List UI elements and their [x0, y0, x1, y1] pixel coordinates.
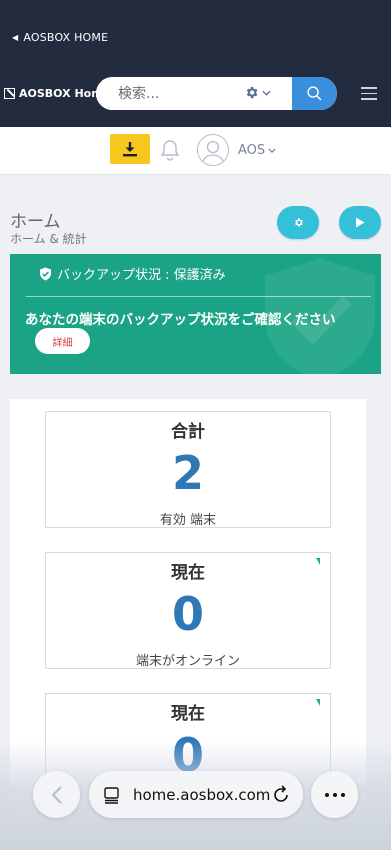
user-name: AOS — [238, 143, 266, 158]
app-header: ◀ AOSBOX HOME AOSBOX Home — [0, 0, 391, 127]
download-button[interactable] — [110, 134, 150, 164]
search-icon — [307, 86, 322, 101]
browser-address-bar[interactable]: home.aosbox.com — [89, 771, 303, 818]
play-button[interactable] — [339, 206, 381, 239]
page-title: ホーム — [10, 212, 61, 232]
stat-label: 現在 — [171, 704, 205, 724]
details-button[interactable]: 詳細 — [35, 328, 90, 354]
avatar[interactable] — [197, 134, 229, 166]
download-icon — [123, 142, 137, 157]
notifications-bell[interactable] — [160, 139, 180, 165]
stat-card-online: 現在 0 端末がオンライン — [45, 552, 331, 669]
search-bar — [96, 77, 337, 110]
play-icon — [356, 217, 365, 228]
user-avatar-icon — [201, 140, 225, 164]
brand-logo[interactable]: AOSBOX Home — [4, 87, 110, 100]
stat-value: 2 — [171, 446, 204, 500]
stat-card-total: 合計 2 有効 端末 — [45, 411, 331, 528]
menu-hamburger-icon[interactable] — [361, 87, 377, 104]
back-triangle-icon: ◀ — [12, 33, 19, 42]
breadcrumb: ホーム & 統計 — [10, 232, 87, 246]
search-settings-dropdown[interactable] — [244, 85, 271, 100]
browser-back-button[interactable] — [33, 771, 80, 818]
backup-message: あなたの端末のバックアップ状況をご確認ください — [25, 312, 336, 328]
chevron-down-icon — [268, 148, 276, 153]
gear-icon — [246, 86, 258, 99]
gear-icon — [294, 218, 303, 227]
settings-button[interactable] — [277, 206, 319, 239]
stat-sub: 端末がオンライン — [135, 654, 240, 669]
stat-label: 現在 — [171, 563, 205, 583]
chevron-down-icon — [262, 90, 271, 96]
backup-status: バックアップ状況 : 保護済み — [39, 264, 226, 283]
back-link-label: AOSBOX HOME — [23, 31, 109, 44]
stat-sub: 有効 端末 — [159, 513, 217, 528]
reload-icon[interactable] — [272, 784, 290, 804]
divider — [26, 296, 371, 297]
search-button[interactable] — [292, 77, 337, 110]
user-menu[interactable]: AOS — [238, 143, 276, 158]
tab-overview-icon — [104, 786, 119, 804]
stat-label: 合計 — [171, 422, 205, 442]
bell-icon — [160, 140, 180, 161]
more-dots-icon — [324, 792, 345, 797]
user-bar: AOS — [0, 127, 391, 175]
backup-status-panel: バックアップ状況 : 保護済み あなたの端末のバックアップ状況をご確認ください … — [10, 254, 381, 374]
browser-more-button[interactable] — [311, 771, 358, 818]
back-to-app-link[interactable]: ◀ AOSBOX HOME — [12, 31, 108, 44]
url-text: home.aosbox.com — [133, 785, 271, 804]
stat-value: 0 — [171, 587, 204, 641]
brand-icon — [4, 88, 15, 99]
backup-status-label: バックアップ状況 : 保護済み — [57, 268, 226, 283]
chevron-left-icon — [51, 785, 62, 804]
shield-check-icon — [40, 267, 51, 280]
